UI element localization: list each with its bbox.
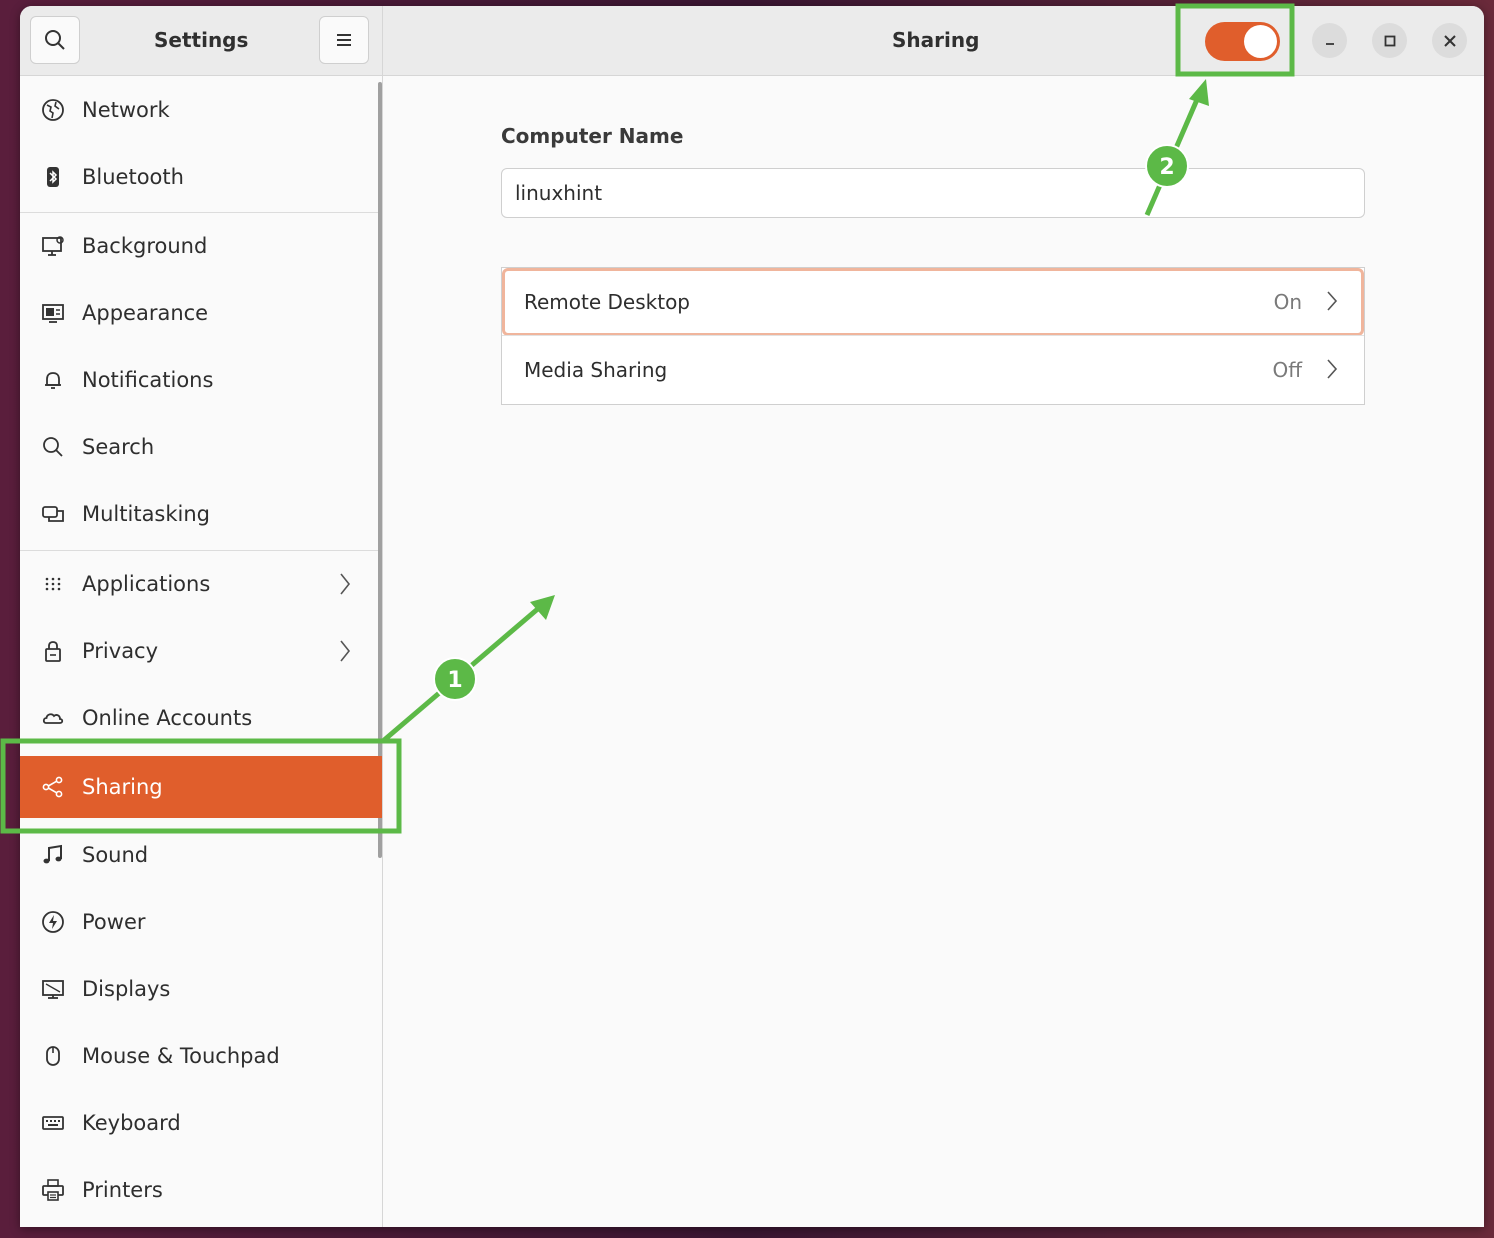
sidebar-item-sharing[interactable]: Sharing [20, 756, 382, 818]
power-icon [40, 909, 66, 935]
music-note-icon [40, 842, 66, 868]
sidebar-item-privacy[interactable]: Privacy [20, 621, 376, 681]
sidebar-item-multitasking[interactable]: Multitasking [20, 484, 376, 544]
toggle-knob [1244, 25, 1277, 58]
sidebar-item-label: Printers [82, 1178, 163, 1202]
search-icon [40, 434, 66, 460]
background-icon [40, 233, 66, 259]
menu-button[interactable] [319, 16, 369, 64]
sidebar-item-label: Bluetooth [82, 165, 184, 189]
sidebar-item-printers[interactable]: Printers [20, 1160, 376, 1220]
sidebar-item-label: Applications [82, 572, 211, 596]
sidebar-item-label: Sound [82, 843, 149, 867]
sidebar: Network Bluetooth Background Appearance [20, 76, 383, 1227]
computer-name-field[interactable] [501, 168, 1365, 218]
apps-grid-icon [40, 571, 66, 597]
sidebar-item-label: Power [82, 910, 146, 934]
sidebar-item-displays[interactable]: Displays [20, 959, 376, 1019]
sidebar-divider [20, 550, 378, 551]
sidebar-item-label: Network [82, 98, 170, 122]
chevron-right-icon [340, 640, 351, 662]
computer-name-label: Computer Name [501, 124, 684, 148]
sidebar-item-power[interactable]: Power [20, 892, 376, 952]
sidebar-item-label: Displays [82, 977, 171, 1001]
network-icon [40, 97, 66, 123]
sidebar-item-keyboard[interactable]: Keyboard [20, 1093, 376, 1153]
sidebar-item-appearance[interactable]: Appearance [20, 283, 376, 343]
sidebar-item-label: Search [82, 435, 155, 459]
sidebar-item-label: Keyboard [82, 1111, 181, 1135]
sidebar-item-label: Mouse & Touchpad [82, 1044, 280, 1068]
sharing-panel: Computer Name Remote Desktop On Media Sh… [383, 76, 1484, 1227]
row-label: Remote Desktop [524, 290, 691, 314]
search-icon [45, 30, 65, 50]
share-icon [40, 774, 66, 800]
sidebar-item-label: Background [82, 234, 208, 258]
minimize-button[interactable] [1312, 23, 1347, 58]
bell-icon [40, 367, 66, 393]
sidebar-item-label: Privacy [82, 639, 159, 663]
sidebar-item-label: Multitasking [82, 502, 211, 526]
sidebar-item-bluetooth[interactable]: Bluetooth [20, 147, 376, 207]
sidebar-item-label: Sharing [82, 775, 163, 799]
sidebar-item-online-accounts[interactable]: Online Accounts [20, 688, 376, 748]
sharing-services-list: Remote Desktop On Media Sharing Off [501, 267, 1365, 405]
display-icon [40, 976, 66, 1002]
settings-window: Settings Sharing Network Bluetooth Backg… [20, 6, 1484, 1227]
search-button[interactable] [30, 16, 80, 64]
remote-desktop-row[interactable]: Remote Desktop On [502, 268, 1364, 336]
chevron-right-icon [1327, 291, 1338, 311]
appearance-icon [40, 300, 66, 326]
row-status: On [1273, 290, 1302, 314]
chevron-right-icon [340, 573, 351, 595]
sidebar-item-mouse-touchpad[interactable]: Mouse & Touchpad [20, 1026, 376, 1086]
sidebar-item-sound[interactable]: Sound [20, 825, 376, 885]
sidebar-item-label: Notifications [82, 368, 214, 392]
maximize-button[interactable] [1372, 23, 1407, 58]
row-status: Off [1272, 358, 1302, 382]
sidebar-item-notifications[interactable]: Notifications [20, 350, 376, 410]
multitasking-icon [40, 501, 66, 527]
bluetooth-icon [40, 164, 66, 190]
sidebar-divider [20, 212, 378, 213]
sidebar-item-applications[interactable]: Applications [20, 554, 376, 614]
maximize-icon [1384, 35, 1395, 46]
sidebar-title: Settings [154, 28, 249, 52]
chevron-right-icon [1327, 359, 1338, 379]
row-label: Media Sharing [524, 358, 668, 382]
close-button[interactable] [1432, 23, 1467, 58]
sidebar-item-search[interactable]: Search [20, 417, 376, 477]
close-icon [1443, 34, 1456, 47]
sidebar-item-network[interactable]: Network [20, 80, 376, 140]
minimize-icon [1325, 42, 1334, 45]
printer-icon [40, 1177, 66, 1203]
page-title: Sharing [892, 28, 980, 52]
keyboard-icon [40, 1110, 66, 1136]
lock-icon [40, 638, 66, 664]
media-sharing-row[interactable]: Media Sharing Off [502, 336, 1364, 404]
sidebar-item-label: Online Accounts [82, 706, 253, 730]
sidebar-item-background[interactable]: Background [20, 216, 376, 276]
cloud-icon [40, 705, 66, 731]
hamburger-icon [337, 34, 351, 46]
content-header: Sharing [383, 6, 1484, 76]
sidebar-scrollbar[interactable] [378, 82, 382, 858]
sidebar-header: Settings [20, 6, 383, 76]
mouse-icon [40, 1043, 66, 1069]
sharing-toggle[interactable] [1205, 22, 1280, 61]
sidebar-item-label: Appearance [82, 301, 209, 325]
